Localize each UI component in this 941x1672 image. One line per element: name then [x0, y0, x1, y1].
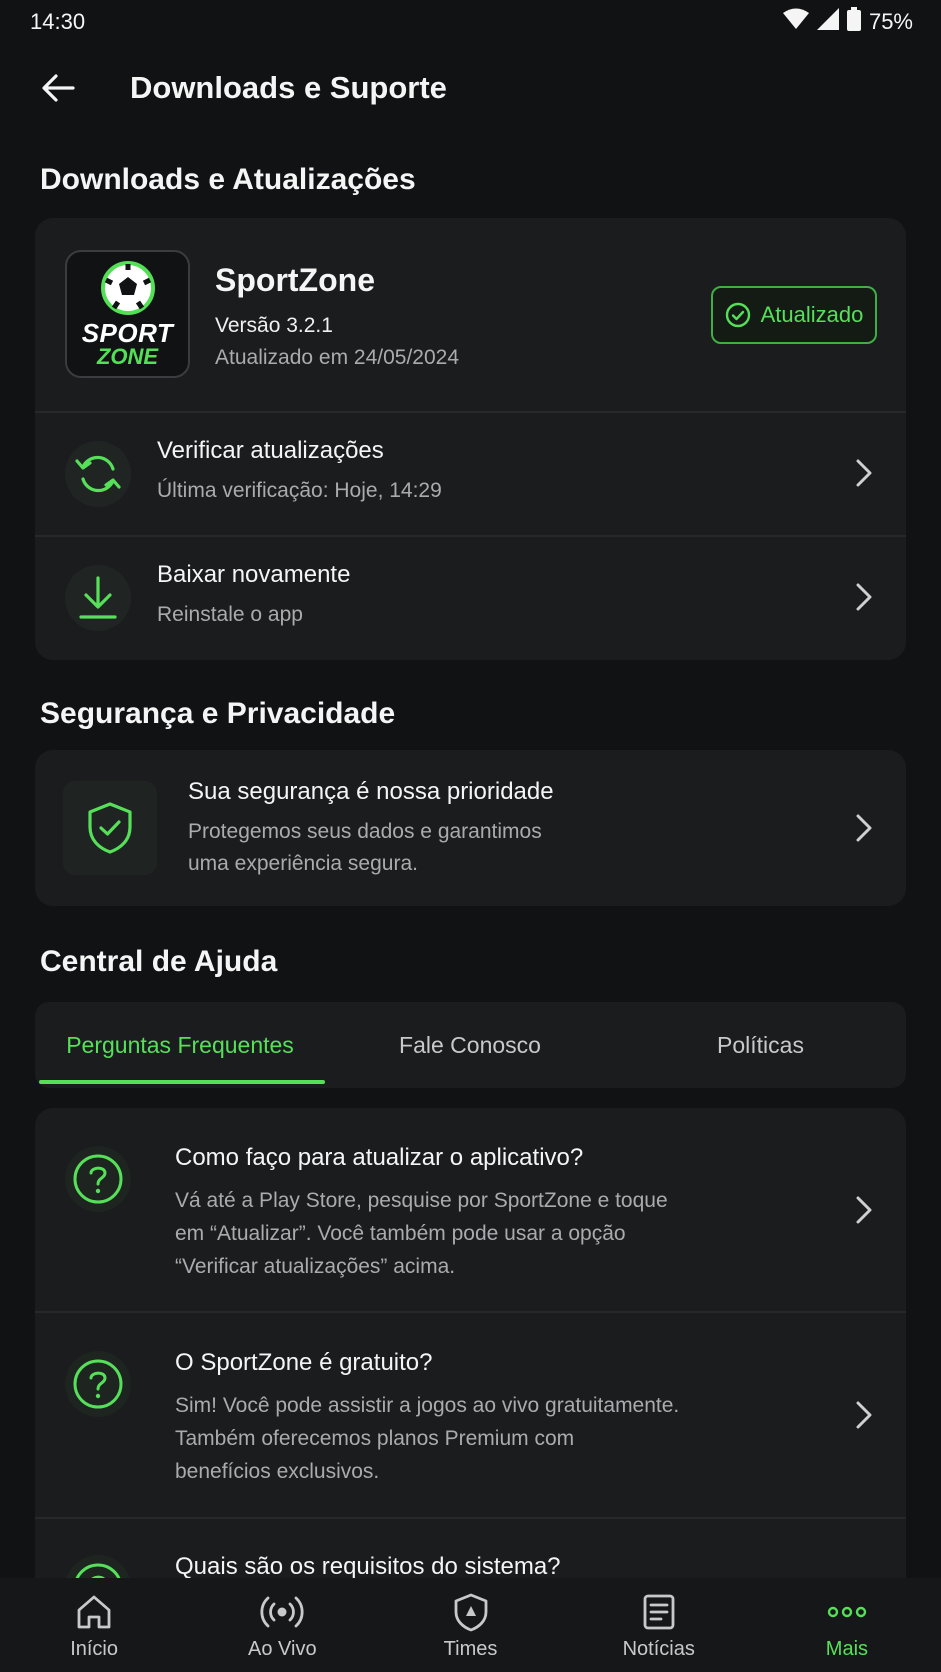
more-icon	[827, 1592, 867, 1632]
faq-question: Quais são os requisitos do sistema?	[175, 1553, 561, 1578]
app-name: SportZone	[215, 262, 375, 298]
faq-answer-line: em “Atualizar”. Você também pode usar a …	[175, 1222, 626, 1245]
shield-icon	[453, 1592, 489, 1632]
battery-icon	[846, 7, 861, 37]
nav-item-teams[interactable]: Times	[376, 1578, 564, 1672]
app-version: Versão 3.2.1	[215, 314, 333, 337]
chevron-right-icon	[852, 577, 876, 617]
app-logo: SPORT ZONE	[65, 250, 190, 378]
shield-check-icon	[63, 781, 157, 875]
chevron-right-icon	[852, 1190, 876, 1230]
refresh-icon	[65, 441, 131, 507]
faq-item[interactable]: Como faço para atualizar o aplicativo? V…	[35, 1108, 906, 1312]
logo-text-zone: ZONE	[96, 344, 159, 369]
security-subtitle-line1: Protegemos seus dados e garantimos	[188, 820, 542, 843]
logo-text-sport: SPORT	[81, 318, 174, 348]
live-icon	[260, 1592, 304, 1632]
page-title: Downloads e Suporte	[130, 70, 447, 105]
help-circle-icon	[65, 1146, 131, 1212]
nav-label: Notícias	[622, 1638, 695, 1660]
app-updated-date: Atualizado em 24/05/2024	[215, 346, 460, 369]
nav-label: Ao Vivo	[248, 1638, 317, 1660]
nav-item-more[interactable]: Mais	[753, 1578, 941, 1672]
arrow-left-icon	[42, 74, 75, 102]
help-circle-icon	[65, 1555, 131, 1578]
nav-item-live[interactable]: Ao Vivo	[188, 1578, 376, 1672]
nav-item-news[interactable]: Notícias	[565, 1578, 753, 1672]
security-title: Sua segurança é nossa prioridade	[188, 778, 554, 805]
faq-answer-line: Também oferecemos planos Premium com	[175, 1427, 575, 1450]
nav-item-home[interactable]: Início	[0, 1578, 188, 1672]
redownload-subtitle: Reinstale o app	[157, 603, 303, 626]
section-title-downloads: Downloads e Atualizações	[40, 163, 416, 196]
nav-label: Mais	[825, 1638, 869, 1660]
active-tab-indicator	[39, 1080, 325, 1084]
tab-contact[interactable]: Fale Conosco	[325, 1002, 615, 1088]
soccer-ball-icon	[100, 261, 155, 315]
security-card[interactable]: Sua segurança é nossa prioridade Protege…	[35, 750, 906, 906]
news-icon	[641, 1592, 677, 1632]
chevron-right-icon	[852, 1395, 876, 1435]
battery-percent: 75%	[868, 9, 913, 34]
faq-answer-line: Vá até a Play Store, pesquise por SportZ…	[175, 1189, 668, 1212]
faq-answer: Vá até a Play Store, pesquise por SportZ…	[175, 1184, 735, 1283]
faq-answer-line: “Verificar atualizações” acima.	[175, 1255, 456, 1278]
redownload-row[interactable]: Baixar novamente Reinstale o app	[35, 537, 906, 659]
status-badge: Atualizado	[711, 286, 877, 344]
tab-faq[interactable]: Perguntas Frequentes	[35, 1002, 325, 1088]
app-bar: Downloads e Suporte	[0, 50, 941, 126]
check-circle-icon	[725, 302, 750, 328]
check-updates-title: Verificar atualizações	[157, 437, 384, 464]
faq-question: Como faço para atualizar o aplicativo?	[175, 1144, 584, 1171]
status-bar: 14:30 75%	[0, 0, 941, 44]
wifi-icon	[782, 8, 809, 36]
tab-policies[interactable]: Políticas	[615, 1002, 906, 1088]
faq-item[interactable]: O SportZone é gratuito? Sim! Você pode a…	[35, 1313, 906, 1517]
faq-question: O SportZone é gratuito?	[175, 1349, 433, 1376]
section-title-security: Segurança e Privacidade	[40, 697, 396, 730]
section-title-help: Central de Ajuda	[40, 945, 278, 978]
nav-label: Times	[443, 1638, 498, 1660]
help-circle-icon	[65, 1351, 131, 1417]
faq-answer: Sim! Você pode assistir a jogos ao vivo …	[175, 1389, 735, 1488]
redownload-title: Baixar novamente	[157, 561, 351, 588]
status-icons: 75%	[782, 7, 913, 37]
chevron-right-icon	[852, 808, 876, 848]
download-icon	[65, 565, 131, 631]
help-tabs: Perguntas Frequentes Fale Conosco Políti…	[35, 1002, 906, 1088]
security-subtitle-line2: uma experiência segura.	[188, 852, 418, 875]
back-button[interactable]	[28, 58, 88, 118]
faq-list: Como faço para atualizar o aplicativo? V…	[35, 1108, 906, 1578]
status-badge-label: Atualizado	[760, 302, 864, 327]
check-updates-row[interactable]: Verificar atualizações Última verificaçã…	[35, 413, 906, 535]
bottom-navigation: Início Ao Vivo Times Notícias Mais	[0, 1578, 941, 1672]
nav-label: Início	[70, 1638, 118, 1660]
signal-icon	[816, 8, 839, 36]
status-time: 14:30	[30, 9, 86, 34]
faq-answer-line: benefícios exclusivos.	[175, 1460, 380, 1483]
check-updates-subtitle: Última verificação: Hoje, 14:29	[157, 479, 442, 502]
downloads-card: SPORT ZONE SportZone Versão 3.2.1 Atuali…	[35, 218, 906, 660]
chevron-right-icon	[852, 453, 876, 493]
home-icon	[75, 1592, 113, 1632]
faq-item[interactable]: Quais são os requisitos do sistema?	[35, 1519, 906, 1578]
faq-answer-line: Sim! Você pode assistir a jogos ao vivo …	[175, 1394, 680, 1417]
